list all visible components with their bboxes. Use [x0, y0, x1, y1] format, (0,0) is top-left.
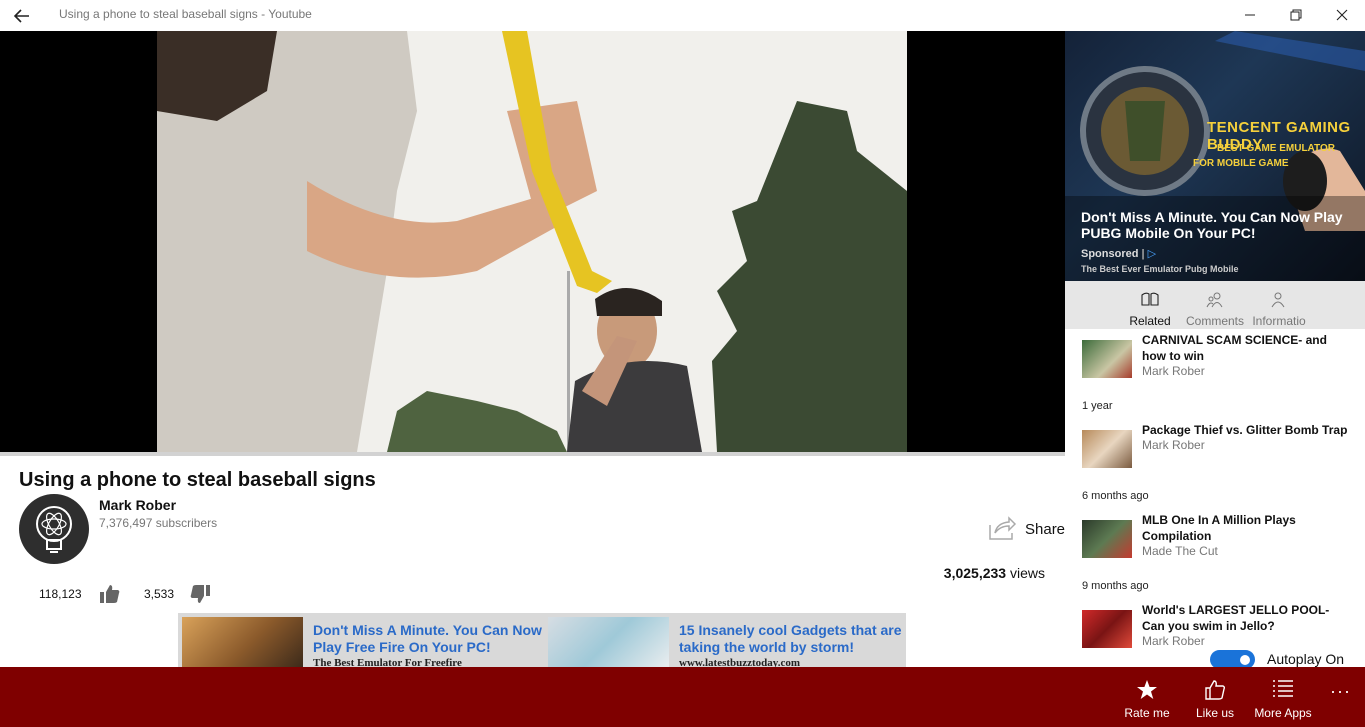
video-frame[interactable]	[157, 31, 907, 452]
close-icon	[1336, 9, 1348, 21]
related-channel: Mark Rober	[1142, 364, 1205, 378]
ad-headline[interactable]: 15 Insanely cool Gadgets that are taking…	[679, 622, 904, 656]
close-button[interactable]	[1319, 0, 1365, 31]
tab-label: Comments	[1185, 314, 1244, 328]
ad-headline[interactable]: Don't Miss A Minute. You Can Now Play Fr…	[313, 622, 543, 656]
bottom-app-bar: Rate me Like us More Apps ···	[0, 667, 1365, 727]
like-button[interactable]	[99, 584, 121, 609]
related-date: 1 year	[1082, 400, 1113, 412]
more-apps-button[interactable]: More Apps	[1250, 667, 1316, 727]
related-title[interactable]: Package Thief vs. Glitter Bomb Trap	[1142, 422, 1352, 438]
tab-label: Informatio	[1252, 314, 1306, 328]
ad-choices-icon[interactable]: ▷	[1148, 248, 1156, 260]
thumbs-down-icon	[190, 585, 210, 603]
subscriber-count: 7,376,497 subscribers	[99, 516, 218, 530]
title-bar: Using a phone to steal baseball signs - …	[0, 0, 1365, 31]
list-item[interactable]: Package Thief vs. Glitter Bomb Trap Mark…	[1065, 419, 1365, 469]
window-title: Using a phone to steal baseball signs - …	[59, 7, 312, 21]
related-date: 9 months ago	[1082, 580, 1149, 592]
sidebar-ad[interactable]: TENCENT GAMING BUDDY BEST GAME EMULATOR …	[1065, 31, 1365, 281]
share-label: Share	[1025, 521, 1066, 538]
view-count-suffix: views	[1006, 565, 1045, 581]
tab-related[interactable]: Related	[1118, 281, 1182, 329]
person-icon	[1271, 292, 1285, 308]
related-channel: Mark Rober	[1142, 634, 1205, 648]
sidebar-tabs: Related Comments Informatio	[1065, 281, 1365, 329]
overflow-menu-button[interactable]: ···	[1330, 681, 1351, 702]
ad-thumbnail-freefire[interactable]	[182, 617, 303, 667]
tab-label: Related	[1129, 314, 1171, 328]
toggle-knob	[1240, 655, 1250, 665]
share-icon	[989, 516, 1017, 540]
video-player[interactable]	[0, 31, 1065, 452]
rate-me-button[interactable]: Rate me	[1119, 667, 1175, 727]
related-title[interactable]: CARNIVAL SCAM SCIENCE- and how to win	[1142, 332, 1352, 364]
ad-headline[interactable]: Don't Miss A Minute. You Can Now Play PU…	[1081, 209, 1351, 241]
like-count: 118,123	[39, 587, 82, 601]
share-button[interactable]: Share	[987, 515, 1067, 545]
ad-caption[interactable]: The Best Emulator For Freefire	[313, 657, 462, 667]
tab-information[interactable]: Informatio	[1247, 281, 1311, 329]
more-apps-label: More Apps	[1254, 706, 1312, 720]
autoplay-label: Autoplay On	[1267, 651, 1345, 667]
dislike-count: 3,533	[144, 587, 175, 601]
channel-name[interactable]: Mark Rober	[99, 497, 176, 513]
video-thumbnail[interactable]	[1082, 430, 1132, 468]
restore-button[interactable]	[1273, 0, 1319, 31]
like-us-label: Like us	[1195, 706, 1235, 720]
video-title: Using a phone to steal baseball signs	[19, 469, 376, 491]
video-still-image	[157, 31, 907, 452]
related-channel: Made The Cut	[1142, 544, 1218, 558]
view-count: 3,025,233 views	[944, 565, 1045, 581]
like-us-button[interactable]: Like us	[1189, 667, 1241, 727]
arrow-left-icon	[13, 9, 29, 23]
list-item[interactable]: World's LARGEST JELLO POOL- Can you swim…	[1065, 599, 1365, 649]
list-icon	[1273, 680, 1293, 697]
star-icon	[1137, 680, 1157, 699]
tab-comments[interactable]: Comments	[1183, 281, 1247, 329]
video-thumbnail[interactable]	[1082, 340, 1132, 378]
rate-me-label: Rate me	[1124, 706, 1170, 720]
lightbulb-atom-icon	[36, 506, 72, 553]
ad-artwork-image	[1065, 31, 1365, 281]
restore-icon	[1290, 9, 1302, 21]
related-videos-list: CARNIVAL SCAM SCIENCE- and how to win Ma…	[1065, 329, 1365, 667]
related-title[interactable]: World's LARGEST JELLO POOL- Can you swim…	[1142, 602, 1352, 634]
list-item[interactable]: CARNIVAL SCAM SCIENCE- and how to win Ma…	[1065, 329, 1365, 379]
bottom-ad-banner[interactable]: Don't Miss A Minute. You Can Now Play Fr…	[178, 613, 906, 667]
minimize-button[interactable]	[1227, 0, 1273, 31]
related-date: 6 months ago	[1082, 490, 1149, 502]
minimize-icon	[1245, 14, 1255, 16]
autoplay-control: Autoplay On	[1210, 649, 1360, 669]
thumbs-up-outline-icon	[1205, 680, 1226, 700]
thumbs-up-icon	[100, 585, 120, 603]
list-item[interactable]: MLB One In A Million Plays Compilation M…	[1065, 509, 1365, 559]
sponsored-text: Sponsored	[1081, 248, 1139, 260]
ad-subtitle: BEST GAME EMULATOR	[1217, 143, 1335, 154]
video-thumbnail[interactable]	[1082, 610, 1132, 648]
ad-subtitle: FOR MOBILE GAME	[1193, 158, 1289, 169]
progress-bar[interactable]	[0, 452, 1065, 456]
ad-footer: The Best Ever Emulator Pubg Mobile	[1081, 264, 1239, 274]
related-channel: Mark Rober	[1142, 438, 1205, 452]
ad-thumbnail-gadgets[interactable]	[548, 617, 669, 667]
people-icon	[1206, 292, 1223, 308]
related-title[interactable]: MLB One In A Million Plays Compilation	[1142, 512, 1352, 544]
dislike-button[interactable]	[189, 584, 211, 609]
video-thumbnail[interactable]	[1082, 520, 1132, 558]
back-button[interactable]	[10, 5, 36, 27]
sponsored-label: Sponsored | ▷	[1081, 248, 1157, 260]
ad-caption[interactable]: www.latestbuzztoday.com	[679, 657, 800, 667]
channel-avatar[interactable]	[19, 494, 89, 564]
view-count-number: 3,025,233	[943, 565, 1007, 581]
book-icon	[1141, 292, 1159, 306]
